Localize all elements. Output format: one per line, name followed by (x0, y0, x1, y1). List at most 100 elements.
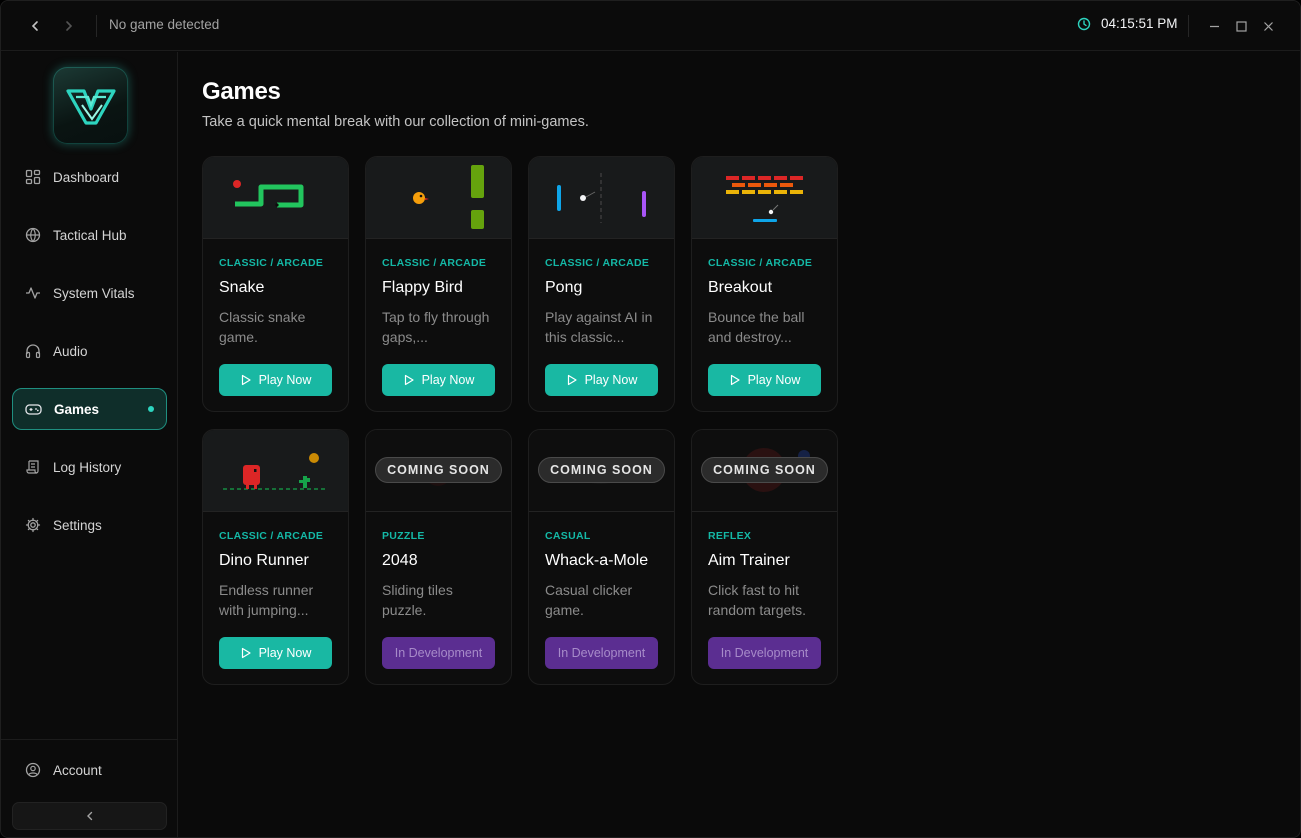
game-title: Dino Runner (219, 552, 309, 569)
titlebar: No game detected 04:15:51 PM (1, 1, 1300, 51)
activity-icon (24, 285, 41, 302)
game-thumbnail: COMING SOON (529, 430, 674, 512)
play-now-label: Play Now (747, 373, 801, 387)
play-now-button[interactable]: Play Now (545, 364, 658, 396)
sidebar-item-label: System Vitals (53, 285, 135, 301)
maximize-button[interactable] (1229, 14, 1253, 38)
game-card-aim-trainer: COMING SOON REFLEX Aim Trainer Click fas… (691, 429, 838, 685)
divider (1188, 15, 1189, 37)
game-thumbnail (366, 157, 511, 239)
game-description: Endless runner with jumping... (219, 582, 314, 618)
flappy-bird-preview-icon (413, 165, 484, 229)
in-development-button[interactable]: In Development (382, 637, 495, 669)
logo-icon (65, 88, 116, 125)
sidebar-item-account[interactable]: Account (12, 749, 167, 791)
clock-icon (1077, 17, 1091, 30)
clock: 04:15:51 PM (1077, 16, 1178, 31)
app-logo (53, 67, 128, 144)
play-now-label: Play Now (421, 373, 475, 387)
play-icon (241, 647, 251, 659)
game-category: REFLEX (708, 530, 752, 542)
game-thumbnail: COMING SOON (366, 430, 511, 512)
game-description: Sliding tiles puzzle. (382, 582, 453, 618)
game-category: CLASSIC / ARCADE (545, 257, 650, 269)
sidebar-item-log-history[interactable]: Log History (12, 446, 167, 488)
sidebar-item-games[interactable]: Games (12, 388, 167, 430)
page-subtitle: Take a quick mental break with our colle… (202, 114, 589, 130)
game-description: Classic snake game. (219, 309, 306, 345)
app-window: No game detected 04:15:51 PM Dashboard T… (0, 0, 1301, 838)
play-now-button[interactable]: Play Now (708, 364, 821, 396)
sidebar-item-dashboard[interactable]: Dashboard (12, 156, 167, 198)
sidebar-item-system-vitals[interactable]: System Vitals (12, 272, 167, 314)
play-icon (241, 374, 251, 386)
game-thumbnail: COMING SOON (692, 430, 837, 512)
game-title: Snake (219, 279, 265, 296)
sidebar-item-label: Games (54, 401, 100, 417)
in-development-button[interactable]: In Development (708, 637, 821, 669)
page-title: Games (202, 78, 281, 105)
game-card-flappy-bird: CLASSIC / ARCADE Flappy Bird Tap to fly … (365, 156, 512, 412)
game-status: No game detected (109, 17, 220, 32)
coming-soon-badge: COMING SOON (538, 457, 665, 483)
game-card-2048: COMING SOON PUZZLE 2048 Sliding tiles pu… (365, 429, 512, 685)
sidebar-item-settings[interactable]: Settings (12, 504, 167, 546)
game-category: PUZZLE (382, 530, 425, 542)
dashboard-icon (24, 169, 41, 186)
globe-icon (24, 227, 41, 244)
sidebar-item-label: Account (53, 762, 102, 778)
dino-runner-preview-icon (223, 453, 327, 490)
game-title: Whack-a-Mole (545, 552, 649, 569)
sidebar-item-audio[interactable]: Audio (12, 330, 167, 372)
collapse-sidebar-button[interactable] (12, 802, 167, 830)
play-icon (730, 374, 740, 386)
game-thumbnail (529, 157, 674, 239)
game-title: Flappy Bird (382, 279, 463, 296)
back-button[interactable] (23, 14, 47, 38)
sidebar-item-label: Log History (53, 459, 122, 475)
sidebar-item-label: Dashboard (53, 169, 120, 185)
sidebar-item-tactical-hub[interactable]: Tactical Hub (12, 214, 167, 256)
close-button[interactable] (1256, 14, 1280, 38)
play-now-button[interactable]: Play Now (382, 364, 495, 396)
play-icon (404, 374, 414, 386)
sidebar-item-label: Tactical Hub (53, 227, 127, 243)
user-icon (24, 762, 41, 779)
game-category: CLASSIC / ARCADE (219, 530, 324, 542)
gamepad-icon (25, 401, 42, 418)
minimize-button[interactable] (1202, 14, 1226, 38)
active-indicator (148, 406, 154, 412)
game-card-snake: CLASSIC / ARCADE Snake Classic snake gam… (202, 156, 349, 412)
game-description: Bounce the ball and destroy... (708, 309, 805, 345)
headphones-icon (24, 343, 41, 360)
game-thumbnail (692, 157, 837, 239)
game-title: Breakout (708, 279, 773, 296)
game-category: CLASSIC / ARCADE (382, 257, 487, 269)
sidebar-item-label: Settings (53, 517, 102, 533)
gear-icon (24, 517, 41, 534)
chevron-left-icon (31, 21, 38, 31)
game-category: CLASSIC / ARCADE (708, 257, 813, 269)
divider (1, 739, 177, 740)
play-now-button[interactable]: Play Now (219, 364, 332, 396)
play-now-button[interactable]: Play Now (219, 637, 332, 669)
game-card-pong: CLASSIC / ARCADE Pong Play against AI in… (528, 156, 675, 412)
chevron-left-icon (86, 811, 92, 821)
sidebar: Dashboard Tactical Hub System Vitals Aud… (1, 52, 178, 837)
forward-button[interactable] (57, 14, 81, 38)
in-development-button[interactable]: In Development (545, 637, 658, 669)
close-icon (1263, 21, 1273, 31)
game-thumbnail (203, 430, 348, 512)
game-description: Play against AI in this classic... (545, 309, 653, 345)
play-now-label: Play Now (258, 646, 312, 660)
game-card-breakout: CLASSIC / ARCADE Breakout Bounce the bal… (691, 156, 838, 412)
game-description: Casual clicker game. (545, 582, 633, 618)
game-title: 2048 (382, 552, 418, 569)
game-card-dino-runner: CLASSIC / ARCADE Dino Runner Endless run… (202, 429, 349, 685)
scroll-icon (24, 459, 41, 476)
game-title: Aim Trainer (708, 552, 790, 569)
coming-soon-badge: COMING SOON (375, 457, 502, 483)
clock-time: 04:15:51 PM (1101, 16, 1178, 31)
divider (96, 15, 97, 37)
play-icon (567, 374, 577, 386)
